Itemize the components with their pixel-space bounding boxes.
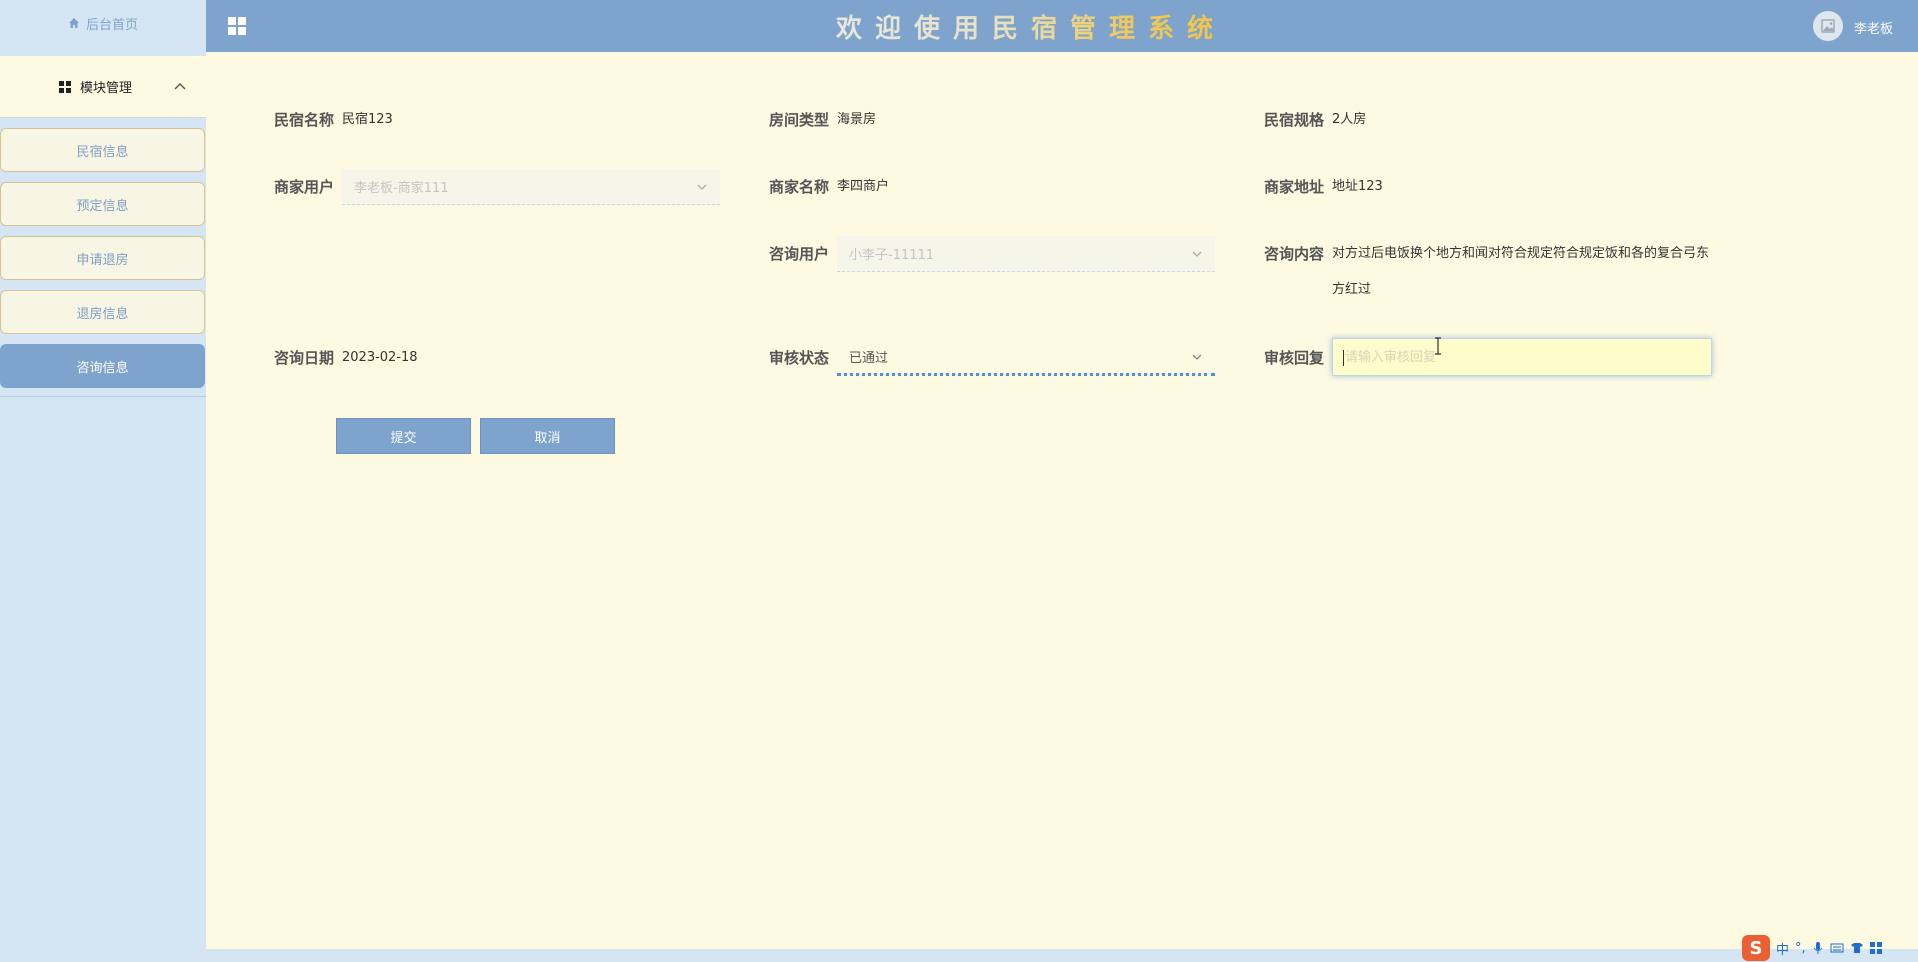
field-merchant-address: 商家地址 地址123 xyxy=(1252,177,1383,197)
merchant-name-value: 李四商户 xyxy=(837,179,890,194)
field-merchant-user: 商家用户 李老板-商家111 xyxy=(262,169,720,205)
review-status-value: 已通过 xyxy=(849,351,889,366)
chevron-down-icon xyxy=(697,184,707,190)
field-label: 商家地址 xyxy=(1263,178,1324,196)
field-minsu-name: 民宿名称 民宿123 xyxy=(262,110,393,130)
sidebar-item-label: 退房信息 xyxy=(76,306,129,322)
grid-icon xyxy=(59,80,71,93)
consult-user-value: 小李子-11111 xyxy=(849,248,935,263)
review-reply-input[interactable] xyxy=(1343,348,1711,366)
module-menu: 民宿信息 预定信息 申请退房 退房信息 咨询信息 xyxy=(0,118,206,397)
field-merchant-name: 商家名称 李四商户 xyxy=(757,177,889,197)
keyboard-icon[interactable] xyxy=(1830,942,1844,954)
cancel-button[interactable]: 取消 xyxy=(480,418,615,454)
module-management-toggle[interactable]: 模块管理 xyxy=(0,56,206,118)
field-label: 审核状态 xyxy=(768,349,829,367)
toolbox-grid-icon[interactable] xyxy=(1869,942,1882,954)
module-management-label: 模块管理 xyxy=(80,81,133,96)
consult-date-value: 2023-02-18 xyxy=(342,350,418,365)
submit-button[interactable]: 提交 xyxy=(336,418,471,454)
field-label: 民宿规格 xyxy=(1263,111,1324,129)
skin-shirt-icon[interactable] xyxy=(1850,942,1864,954)
field-consult-content: 咨询内容 对方过后电饭换个地方和闻对符合规定符合规定饭和各的复合弓东方红过 xyxy=(1252,244,1712,308)
review-status-select[interactable]: 已通过 xyxy=(837,340,1215,376)
consult-content-value: 对方过后电饭换个地方和闻对符合规定符合规定饭和各的复合弓东方红过 xyxy=(1332,246,1710,297)
field-review-reply: 审核回复 xyxy=(1252,338,1712,376)
chevron-up-icon xyxy=(174,82,186,89)
microphone-icon[interactable] xyxy=(1812,941,1824,955)
sogou-logo-icon[interactable]: S xyxy=(1742,935,1770,961)
username[interactable]: 李老板 xyxy=(1854,18,1893,37)
consult-user-select[interactable]: 小李子-11111 xyxy=(837,236,1215,272)
sidebar-item-label: 民宿信息 xyxy=(76,144,129,160)
room-type-value: 海景房 xyxy=(837,112,877,127)
avatar[interactable] xyxy=(1813,11,1843,41)
home-link-label: 后台首页 xyxy=(85,17,138,33)
main-content: 民宿名称 民宿123 房间类型 海景房 民宿规格 2人房 商家用户 李老板-商家… xyxy=(206,52,1918,949)
ime-lang-toggle[interactable]: 中 xyxy=(1776,939,1789,958)
merchant-user-select[interactable]: 李老板-商家111 xyxy=(342,169,720,205)
sidebar-item-minsu-info[interactable]: 民宿信息 xyxy=(0,128,205,172)
menu-divider xyxy=(0,396,206,397)
field-minsu-spec: 民宿规格 2人房 xyxy=(1252,110,1366,130)
chevron-down-icon xyxy=(1192,251,1202,257)
minsu-name-value: 民宿123 xyxy=(342,112,393,127)
image-icon xyxy=(1821,19,1835,33)
field-review-status: 审核状态 已通过 xyxy=(757,348,1215,376)
sidebar-item-booking-info[interactable]: 预定信息 xyxy=(0,182,205,226)
apps-grid-icon[interactable] xyxy=(227,16,247,36)
sidebar-item-consult-info[interactable]: 咨询信息 xyxy=(0,344,205,388)
text-cursor-icon xyxy=(1435,337,1441,355)
merchant-user-value: 李老板-商家111 xyxy=(354,181,449,196)
sidebar: 后台首页 模块管理 民宿信息 预定信息 申请退房 退房信息 咨询信息 xyxy=(0,0,206,962)
home-link[interactable]: 后台首页 xyxy=(0,0,206,46)
sidebar-item-label: 咨询信息 xyxy=(76,360,129,376)
field-room-type: 房间类型 海景房 xyxy=(757,110,876,130)
page-title: 欢迎使用民宿管理系统 xyxy=(836,8,1226,45)
field-label: 咨询内容 xyxy=(1263,245,1324,263)
top-bar: 欢迎使用民宿管理系统 李老板 xyxy=(206,0,1918,52)
field-consult-date: 咨询日期 2023-02-18 xyxy=(262,348,418,368)
field-label: 商家名称 xyxy=(768,178,829,196)
merchant-address-value: 地址123 xyxy=(1332,179,1383,194)
sidebar-item-checkout-info[interactable]: 退房信息 xyxy=(0,290,205,334)
field-label: 咨询日期 xyxy=(273,349,334,367)
sidebar-item-label: 预定信息 xyxy=(76,198,129,214)
field-label: 咨询用户 xyxy=(768,245,829,263)
sidebar-item-checkout-request[interactable]: 申请退房 xyxy=(0,236,205,280)
ime-toolbar: S 中 °, xyxy=(1742,934,1918,962)
review-reply-input-wrapper xyxy=(1332,338,1712,376)
home-icon xyxy=(68,18,79,28)
chevron-down-icon xyxy=(1192,354,1202,360)
sidebar-item-label: 申请退房 xyxy=(76,252,129,268)
ime-punct-toggle[interactable]: °, xyxy=(1795,941,1806,956)
minsu-spec-value: 2人房 xyxy=(1332,112,1367,127)
field-label: 审核回复 xyxy=(1263,349,1324,367)
field-label: 房间类型 xyxy=(768,111,829,129)
bottom-scroll-strip xyxy=(206,949,1918,962)
field-label: 商家用户 xyxy=(273,178,334,196)
field-label: 民宿名称 xyxy=(273,111,334,129)
field-consult-user: 咨询用户 小李子-11111 xyxy=(757,236,1215,272)
